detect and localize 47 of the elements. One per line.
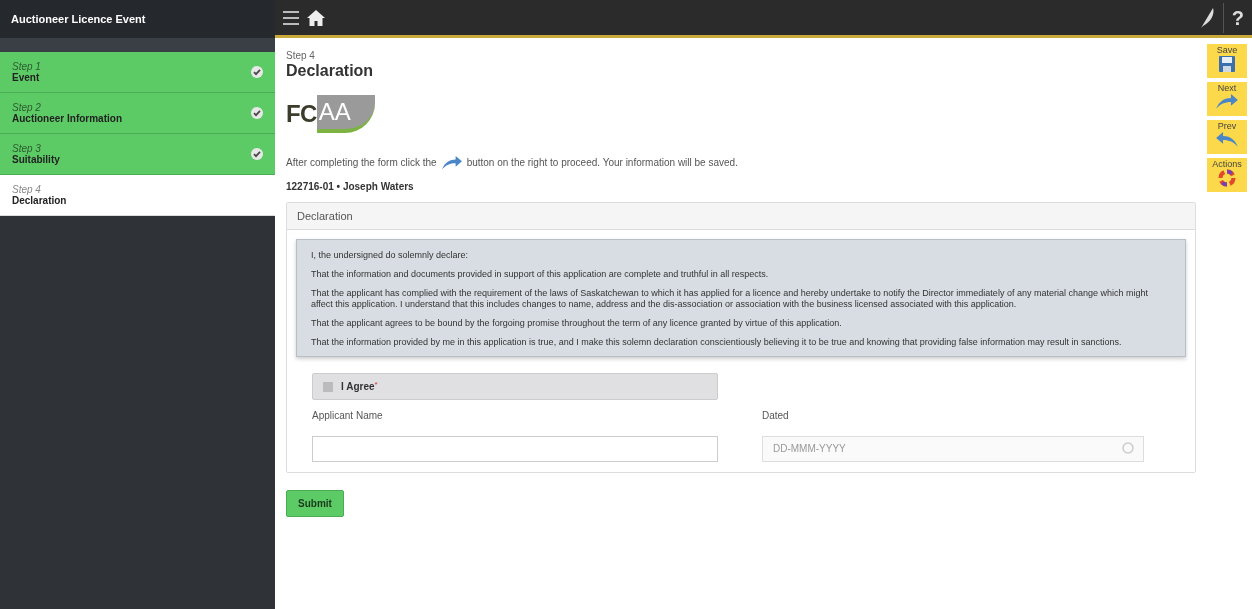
step-name: Auctioneer Information <box>12 113 122 124</box>
app-title: Auctioneer Licence Event <box>11 11 146 27</box>
step-name: Suitability <box>12 154 60 165</box>
declaration-paragraph: That the applicant agrees to be bound by the forgoing promise throughout the term of any licence granted by virtue of this application. <box>311 318 843 330</box>
step-number: Step 2 <box>12 102 41 113</box>
logo: FCAA <box>286 91 394 137</box>
date-field[interactable]: DD-MMM-YYYY <box>762 435 1144 462</box>
color-wheel-icon <box>1218 169 1236 187</box>
step-name: Declaration <box>12 195 67 206</box>
feather-icon[interactable] <box>1198 7 1215 28</box>
toolbar-button[interactable]: Next <box>1207 82 1247 116</box>
page-title: Declaration <box>286 61 375 81</box>
checkbox[interactable] <box>323 381 333 392</box>
instruction-text: After completing the form click the <box>286 156 437 171</box>
step-label: Step 4 <box>286 50 316 61</box>
help-button[interactable]: ? <box>1231 7 1244 28</box>
instruction-text: button on the right to proceed. Your information will be saved. <box>466 156 738 171</box>
right-arrow-icon <box>440 155 463 171</box>
panel-title: Declaration <box>297 209 353 225</box>
step-item[interactable]: Step 3 Suitability <box>0 134 275 175</box>
right-arrow-icon <box>1215 93 1239 110</box>
menu-icon[interactable] <box>283 10 299 25</box>
step-number: Step 4 <box>12 184 41 195</box>
declaration-paragraph: That the information provided by me in this application is true, and I make this solemn declaration conscientiously believing it to be true and knowing that providing false information may result in sanctions. <box>311 337 1123 349</box>
toolbar-button[interactable]: Actions <box>1207 158 1247 192</box>
step-number: Step 1 <box>12 61 41 72</box>
agree-checkbox[interactable]: I Agree* <box>312 373 718 401</box>
check-icon <box>251 107 263 119</box>
check-icon <box>251 148 263 160</box>
step-item[interactable]: Step 2 Auctioneer Information <box>0 93 275 134</box>
declaration-paragraph: That the information and documents provided in support of this application are complete and truthful in all respects. <box>311 269 770 281</box>
step-name: Event <box>12 72 41 83</box>
field-label: Dated <box>762 409 790 424</box>
left-arrow-icon <box>1215 131 1239 148</box>
step-item[interactable]: Step 1 Event <box>0 52 275 93</box>
field-label: Applicant Name <box>312 409 384 424</box>
input-field[interactable] <box>312 435 718 462</box>
toolbar-button[interactable]: Save <box>1207 44 1247 78</box>
record-label: 122716-01 • Joseph Waters <box>286 180 415 195</box>
toolbar-button[interactable]: Prev <box>1207 120 1247 154</box>
declaration-paragraph: That the applicant has complied with the requirement of the laws of Saskatchewan to which it has applied for a licence and hereby undertake to notify the Director immediately of any material change which might affect this application. I understand that this includes changes to name, address and the dis-association or association with the business licensed associated with this application. <box>311 288 1149 311</box>
step-item[interactable]: Step 4 Declaration <box>0 175 275 216</box>
check-icon <box>251 66 263 78</box>
step-number: Step 3 <box>12 143 41 154</box>
home-icon[interactable] <box>307 9 325 26</box>
submit-button[interactable]: Submit <box>286 489 344 517</box>
declaration-paragraph: I, the undersigned do solemnly declare: <box>311 250 470 262</box>
